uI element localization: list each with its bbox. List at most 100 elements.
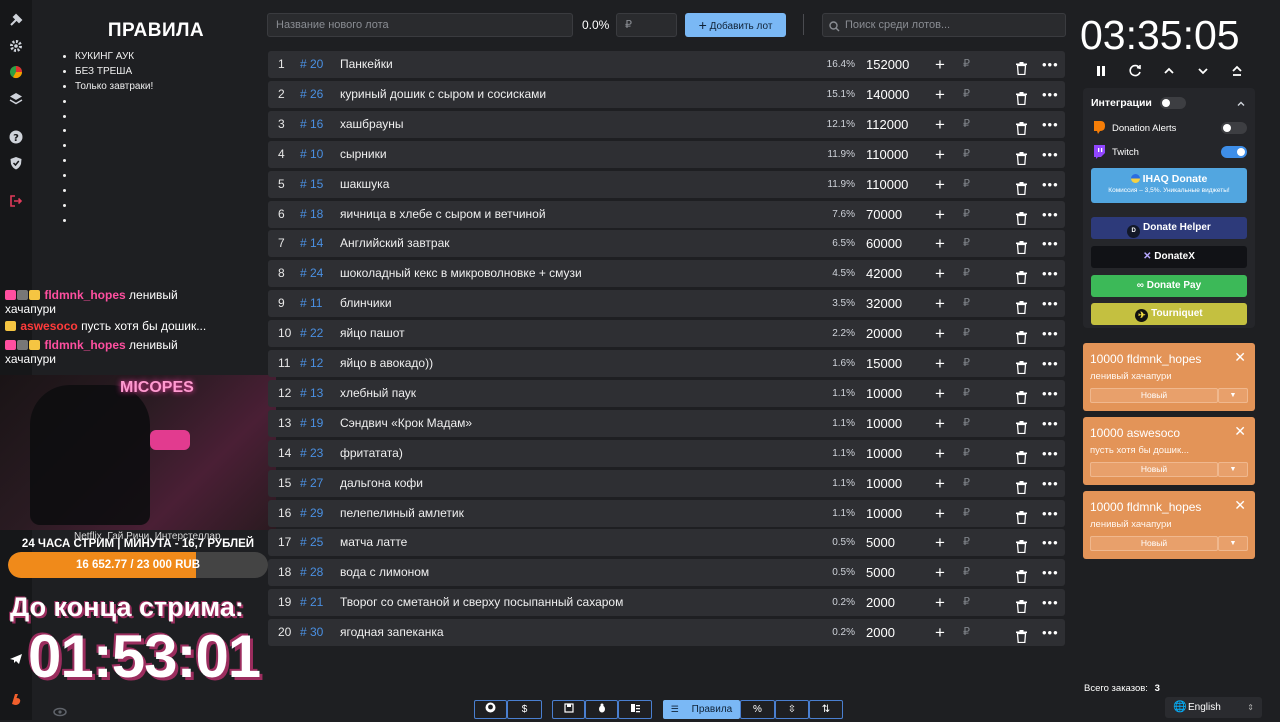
add-amount-icon[interactable]: + (935, 350, 945, 377)
chevron-up-icon[interactable] (1159, 64, 1179, 81)
more-icon[interactable]: ••• (1042, 380, 1059, 407)
add-amount-icon[interactable]: + (935, 470, 945, 497)
language-select[interactable]: 🌐 English ⇕ (1165, 697, 1262, 718)
lot-currency[interactable]: ₽ (963, 529, 970, 556)
donate-helper-button[interactable]: D Donate Helper (1091, 217, 1247, 239)
more-icon[interactable]: ••• (1042, 141, 1059, 168)
lot-id[interactable]: # 15 (300, 171, 323, 198)
layers-icon[interactable] (8, 92, 24, 108)
percent-button[interactable]: % (740, 700, 775, 719)
more-icon[interactable]: ••• (1042, 230, 1059, 257)
trash-icon[interactable] (1016, 566, 1027, 584)
eye-icon[interactable] (53, 704, 67, 722)
donate-dollar-button[interactable]: $ (507, 700, 542, 719)
lot-id[interactable]: # 30 (300, 619, 323, 646)
lot-currency[interactable]: ₽ (963, 171, 970, 198)
close-icon[interactable]: ✕ (1234, 497, 1246, 514)
add-amount-icon[interactable]: + (935, 320, 945, 347)
lot-name[interactable]: яйцо в авокадо)) (340, 350, 433, 377)
lot-currency[interactable]: ₽ (963, 470, 970, 497)
save-button[interactable] (552, 700, 585, 719)
trash-icon[interactable] (1016, 447, 1027, 464)
more-icon[interactable]: ••• (1042, 470, 1059, 497)
add-amount-icon[interactable]: + (935, 290, 945, 317)
lot-name[interactable]: пелепелиный амлетик (340, 500, 464, 527)
double-chevron-up-icon[interactable] (1227, 64, 1247, 81)
trash-icon[interactable] (1016, 626, 1027, 644)
add-amount-icon[interactable]: + (935, 440, 945, 467)
lot-name[interactable]: вода с лимоном (340, 559, 429, 586)
reset-icon[interactable] (1125, 64, 1145, 81)
lot-currency[interactable]: ₽ (963, 440, 970, 467)
more-icon[interactable]: ••• (1042, 171, 1059, 198)
more-icon[interactable]: ••• (1042, 589, 1059, 616)
lot-currency[interactable]: ₽ (963, 260, 970, 287)
lot-id[interactable]: # 25 (300, 529, 323, 556)
lot-id[interactable]: # 12 (300, 350, 323, 377)
donation-status-select[interactable]: Новый (1090, 536, 1218, 551)
lot-name[interactable]: фритатата) (340, 440, 403, 467)
lot-currency[interactable]: ₽ (963, 201, 970, 228)
lot-name[interactable]: Английский завтрак (340, 230, 450, 257)
lot-name[interactable]: яйцо пашот (340, 320, 405, 347)
close-icon[interactable]: ✕ (1234, 423, 1246, 440)
lot-name[interactable]: ягодная запеканка (340, 619, 444, 646)
ihaq-donate-button[interactable]: IHAQ Donate Комиссия – 3,5%. Уникальные … (1091, 168, 1247, 203)
currency-input[interactable]: ₽ (616, 13, 677, 37)
help-icon[interactable]: ? (8, 130, 24, 146)
lot-id[interactable]: # 21 (300, 589, 323, 616)
lot-id[interactable]: # 23 (300, 440, 323, 467)
twitch-toggle[interactable] (1221, 146, 1247, 158)
add-amount-icon[interactable]: + (935, 51, 945, 78)
logout-icon[interactable] (8, 194, 24, 210)
lot-name[interactable]: блинчики (340, 290, 392, 317)
trash-icon[interactable] (1016, 417, 1027, 434)
lot-name[interactable]: шоколадный кекс в микроволновке + смузи (340, 260, 582, 287)
lot-name[interactable]: хлебный паук (340, 380, 416, 407)
close-icon[interactable]: ✕ (1234, 349, 1246, 366)
lot-name[interactable]: Сэндвич «Крок Мадам» (340, 410, 472, 437)
lot-name[interactable]: куриный дошик с сыром и сосисками (340, 81, 546, 108)
lot-currency[interactable]: ₽ (963, 500, 970, 527)
lot-id[interactable]: # 27 (300, 470, 323, 497)
trash-icon[interactable] (1016, 178, 1027, 195)
pause-icon[interactable] (1091, 64, 1111, 81)
lot-name[interactable]: шакшука (340, 171, 389, 198)
add-amount-icon[interactable]: + (935, 619, 945, 646)
add-amount-icon[interactable]: + (935, 111, 945, 138)
trash-icon[interactable] (1016, 267, 1027, 285)
lot-currency[interactable]: ₽ (963, 111, 970, 138)
lot-currency[interactable]: ₽ (963, 589, 970, 616)
add-amount-icon[interactable]: + (935, 410, 945, 437)
lot-currency[interactable]: ₽ (963, 559, 970, 586)
lot-id[interactable]: # 28 (300, 559, 323, 586)
more-icon[interactable]: ••• (1042, 500, 1059, 527)
lot-id[interactable]: # 14 (300, 230, 323, 257)
lot-name[interactable]: Творог со сметаной и сверху посыпанный с… (340, 589, 623, 616)
history-button[interactable] (618, 700, 652, 719)
more-icon[interactable]: ••• (1042, 320, 1059, 347)
donation-alerts-toggle[interactable] (1221, 122, 1247, 134)
trash-icon[interactable] (1016, 118, 1027, 135)
lot-id[interactable]: # 18 (300, 201, 323, 228)
chevron-up-icon[interactable] (1236, 96, 1246, 114)
add-amount-icon[interactable]: + (935, 589, 945, 616)
lot-name[interactable]: Панкейки (340, 51, 393, 78)
add-amount-icon[interactable]: + (935, 141, 945, 168)
add-amount-icon[interactable]: + (935, 260, 945, 287)
trash-icon[interactable] (1016, 297, 1027, 315)
chevron-down-icon[interactable] (1193, 64, 1213, 81)
more-icon[interactable]: ••• (1042, 81, 1059, 108)
donation-status-select[interactable]: Новый (1090, 462, 1218, 477)
github-button[interactable] (474, 700, 507, 719)
tourniquet-button[interactable]: ✈ Tourniquet (1091, 303, 1247, 325)
pie-chart-icon[interactable] (8, 65, 24, 81)
more-icon[interactable]: ••• (1042, 619, 1059, 646)
trash-icon[interactable] (1016, 58, 1027, 76)
lot-name[interactable]: яичница в хлебе с сыром и ветчиной (340, 201, 546, 228)
lot-currency[interactable]: ₽ (963, 350, 970, 377)
add-lot-button[interactable]: + Добавить лот (685, 13, 786, 37)
donation-status-select[interactable]: Новый (1090, 388, 1218, 403)
add-amount-icon[interactable]: + (935, 500, 945, 527)
lot-id[interactable]: # 29 (300, 500, 323, 527)
